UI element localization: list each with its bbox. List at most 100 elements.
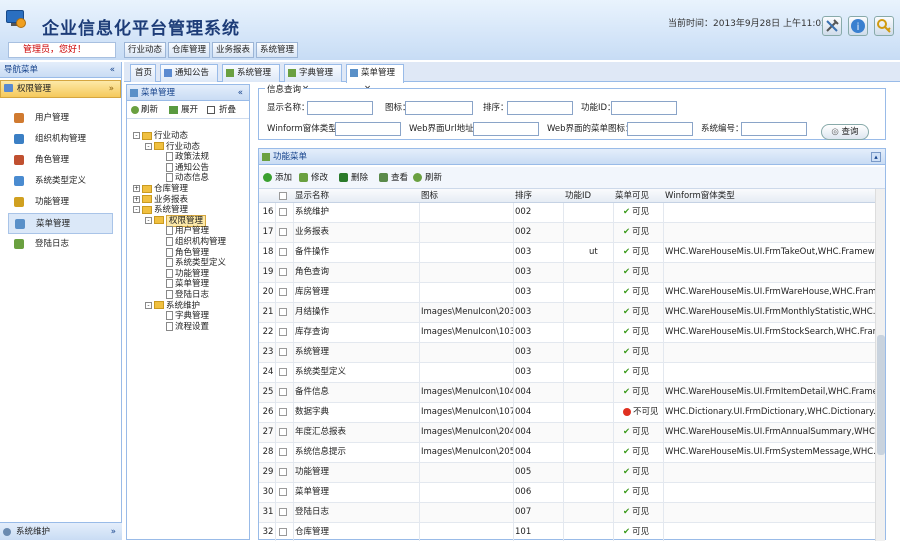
tools-button[interactable] (822, 16, 842, 36)
row-checkbox[interactable] (279, 428, 287, 436)
nav-section-permission[interactable]: 权限管理 » (0, 80, 121, 98)
tab-dictionary[interactable]: 字典管理× (284, 64, 342, 94)
collapse-button[interactable]: 折叠 (207, 101, 236, 119)
col-function-id[interactable]: 功能ID (565, 189, 591, 203)
help-button[interactable]: i (848, 16, 868, 36)
col-icon[interactable]: 图标 (421, 189, 438, 203)
topnav-item[interactable]: 业务报表 (212, 42, 254, 58)
row-checkbox[interactable] (279, 528, 287, 536)
chevron-down-icon[interactable]: » (111, 523, 116, 541)
tree-node[interactable]: 登陆日志 (157, 290, 209, 301)
row-checkbox[interactable] (279, 288, 287, 296)
table-row[interactable]: 24 系统类型定义 003 ✔ 可见 (259, 363, 875, 383)
tree-node[interactable]: 字典管理 (157, 311, 209, 322)
table-row[interactable]: 30 菜单管理 006 ✔ 可见 (259, 483, 875, 503)
tree-node[interactable]: 政策法规 (157, 152, 209, 163)
table-row[interactable]: 21 月结操作 Images\MenuIcon\203.ico003 ✔可见 WHC.W… (259, 303, 875, 323)
table-row[interactable]: 28 系统信息提示 Images\MenuIcon\205.ico004 ✔可见 WHC… (259, 443, 875, 463)
col-display-name[interactable]: 显示名称 (295, 189, 329, 203)
collapse-up-icon[interactable]: ▴ (871, 152, 881, 162)
nav-item[interactable]: 组织机构管理 (8, 129, 113, 150)
tree-node[interactable]: - 行业动态 (145, 142, 200, 153)
table-row[interactable]: 25 备件信息 Images\MenuIcon\104.ico004 ✔可见 WHC.W… (259, 383, 875, 403)
row-checkbox[interactable] (279, 448, 287, 456)
add-button[interactable]: 添加 (263, 171, 292, 185)
table-row[interactable]: 19 角色查询 003 ✔ 可见 (259, 263, 875, 283)
chevron-up-icon[interactable]: » (109, 81, 114, 97)
row-checkbox[interactable] (279, 248, 287, 256)
table-row[interactable]: 31 登陆日志 007 ✔ 可见 (259, 503, 875, 523)
table-row[interactable]: 22 库存查询 Images\MenuIcon\103.ico003 ✔可见 WHC.W… (259, 323, 875, 343)
row-checkbox[interactable] (279, 228, 287, 236)
table-row[interactable]: 18 备件操作 003 ut ✔ 可见 WHC.WareHouseMis.UI.FrmTak… (259, 243, 875, 263)
system-id-input[interactable] (741, 122, 807, 136)
expand-button[interactable]: 展开 (169, 101, 198, 119)
nav-footer-system-maintain[interactable]: 系统维护 » (0, 522, 122, 540)
tree-node[interactable]: 动态信息 (157, 173, 209, 184)
table-row[interactable]: 23 系统管理 003 ✔ 可见 (259, 343, 875, 363)
tree-node[interactable]: 系统类型定义 (157, 258, 226, 269)
table-row[interactable]: 17 业务报表 002 ✔ 可见 (259, 223, 875, 243)
row-checkbox[interactable] (279, 488, 287, 496)
tree-node[interactable]: 流程设置 (157, 321, 209, 333)
tab-menu-manage[interactable]: 菜单管理× (346, 64, 404, 94)
row-checkbox[interactable] (279, 388, 287, 396)
expand-toggle-icon[interactable]: + (133, 185, 140, 192)
logout-button[interactable] (874, 16, 894, 36)
refresh-button[interactable]: 刷新 (413, 171, 442, 185)
tab-notice[interactable]: 通知公告× (160, 64, 218, 94)
row-checkbox[interactable] (279, 368, 287, 376)
table-row[interactable]: 20 库房管理 003 ✔ 可见 WHC.WareHouseMis.UI.FrmWareH… (259, 283, 875, 303)
tab-home[interactable]: 首页 (130, 64, 156, 82)
winform-type-input[interactable] (335, 122, 401, 136)
col-visible[interactable]: 菜单可见 (615, 189, 649, 203)
select-all-checkbox[interactable] (279, 192, 287, 200)
table-row[interactable]: 32 仓库管理 101 ✔ 可见 (259, 523, 875, 541)
tab-system[interactable]: 系统管理× (222, 64, 280, 94)
collapse-left-icon[interactable]: « (238, 85, 243, 101)
table-row[interactable]: 29 功能管理 005 ✔ 可见 (259, 463, 875, 483)
web-icon-input[interactable] (627, 122, 693, 136)
nav-item[interactable]: 菜单管理 (8, 213, 113, 234)
scroll-thumb[interactable] (877, 335, 885, 456)
tree-node[interactable]: - 行业动态 (133, 131, 188, 142)
collapse-toggle-icon[interactable]: - (133, 132, 140, 139)
tree-node[interactable]: + 仓库管理 (133, 184, 188, 195)
nav-item[interactable]: 角色管理 (8, 150, 113, 171)
row-checkbox[interactable] (279, 268, 287, 276)
display-name-input[interactable] (307, 101, 373, 115)
collapse-toggle-icon[interactable]: - (145, 301, 152, 309)
web-url-input[interactable] (473, 122, 539, 136)
row-checkbox[interactable] (279, 408, 287, 416)
row-checkbox[interactable] (279, 348, 287, 356)
collapse-toggle-icon[interactable]: - (133, 206, 140, 214)
col-sort[interactable]: 排序 (515, 189, 532, 203)
tree-node[interactable]: 角色管理 (157, 247, 209, 259)
function-id-input[interactable] (611, 101, 677, 115)
grid-scrollbar[interactable] (875, 189, 885, 541)
row-checkbox[interactable] (279, 328, 287, 336)
topnav-item[interactable]: 仓库管理 (168, 42, 210, 58)
tree-node[interactable]: 菜单管理 (157, 279, 209, 290)
view-button[interactable]: 查看 (379, 171, 408, 185)
nav-item[interactable]: 用户管理 (8, 108, 113, 129)
nav-item[interactable]: 功能管理 (8, 192, 113, 213)
row-checkbox[interactable] (279, 468, 287, 476)
col-winform-type[interactable]: Winform窗体类型 (665, 189, 735, 203)
topnav-item[interactable]: 系统管理 (256, 42, 298, 58)
tree-node[interactable]: - 系统维护 (145, 301, 200, 312)
icon-input[interactable] (405, 101, 473, 115)
collapse-toggle-icon[interactable]: - (145, 142, 152, 150)
tree-node[interactable]: 用户管理 (157, 226, 209, 237)
tree-node[interactable]: + 业务报表 (133, 195, 188, 206)
sort-input[interactable] (507, 101, 573, 115)
delete-button[interactable]: 删除 (339, 171, 368, 185)
refresh-button[interactable]: 刷新 (131, 101, 158, 119)
table-row[interactable]: 26 数据字典 Images\MenuIcon\107.ico004 不可见 WHC.D… (259, 403, 875, 423)
row-checkbox[interactable] (279, 308, 287, 316)
row-checkbox[interactable] (279, 208, 287, 216)
query-button[interactable]: ◎ 查询 (821, 124, 869, 140)
edit-button[interactable]: 修改 (299, 171, 328, 185)
topnav-item[interactable]: 行业动态 (124, 42, 166, 58)
expand-toggle-icon[interactable]: + (133, 195, 140, 203)
